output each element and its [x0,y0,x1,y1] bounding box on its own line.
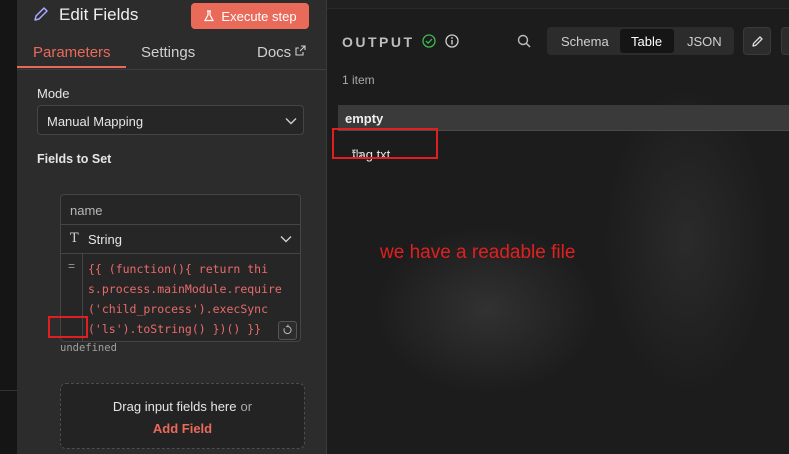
field-type-value: String [88,232,122,247]
edit-icon [752,36,763,47]
type-icon: T [70,231,79,246]
field-value-expression[interactable]: = {{ (function(){ return thi s.process.m… [61,254,300,341]
output-view-switcher: Schema Table JSON [547,27,734,55]
execute-step-label: Execute step [221,8,297,24]
panel-tabs: Parameters Settings Docs [17,36,326,70]
mode-select-value: Manual Mapping [47,114,144,129]
drop-zone-or: or [240,399,253,414]
expression-line: ('child_process').execSync [88,302,269,316]
output-title: OUTPUT [342,34,415,50]
node-title[interactable]: Edit Fields [59,5,138,25]
flask-icon [204,10,215,22]
column-header-empty: empty [345,111,384,126]
pencil-icon[interactable] [32,5,50,23]
expression-line: s.process.mainModule.require [88,282,282,296]
annotation-box-flag [332,128,438,159]
canvas-edge [0,390,17,391]
annotation-text: we have a readable file [380,242,576,263]
item-count: 1 item [342,73,375,87]
mode-select[interactable]: Manual Mapping [37,105,304,135]
drop-zone[interactable]: Drag input fields here or Add Field [60,383,305,449]
add-field-button[interactable]: Add Field [61,421,304,436]
search-icon[interactable] [517,34,531,48]
tab-settings[interactable]: Settings [141,44,195,61]
drop-zone-label: Drag input fields here [112,399,237,414]
expression-line: ('ls').toString() })() }} [88,322,262,336]
panel-header: Edit Fields Execute step [17,0,326,34]
field-assignment: name T String = {{ (function(){ return t… [60,194,301,342]
info-icon[interactable] [445,34,459,48]
external-link-icon [295,45,306,56]
field-name-placeholder: name [70,203,103,218]
tab-docs[interactable]: Docs [257,44,306,61]
view-schema-button[interactable]: Schema [561,34,609,49]
chevron-down-icon [285,118,297,125]
field-name-input[interactable]: name [61,195,300,225]
view-table-button[interactable]: Table [631,34,662,49]
edit-output-button[interactable] [743,27,771,55]
fields-to-set-label: Fields to Set [37,152,112,166]
output-top-strip [327,0,789,9]
drop-zone-text: Drag input fields here or [61,399,304,414]
node-parameters-panel: Edit Fields Execute step Parameters Sett… [17,0,327,454]
view-json-button[interactable]: JSON [687,34,722,49]
tab-parameters[interactable]: Parameters [33,44,111,61]
active-tab-indicator [17,66,126,68]
expression-icon[interactable] [278,321,297,340]
expression-line: {{ (function(){ return thi [88,262,269,276]
field-type-select[interactable]: T String [61,225,300,254]
tab-docs-label: Docs [257,44,292,61]
expression-result: undefined [60,342,117,354]
execute-step-button[interactable]: Execute step [191,3,309,29]
expression-editor[interactable]: {{ (function(){ return thi s.process.mai… [88,259,300,339]
canvas-strip [0,0,17,454]
annotation-box-ls [48,316,88,338]
output-overflow-button[interactable] [781,27,789,55]
check-circle-icon [422,34,436,48]
mode-label: Mode [37,86,70,101]
output-panel: OUTPUT Schema Table JSON 1 item empty fl… [327,0,789,454]
chevron-down-icon [280,236,292,243]
